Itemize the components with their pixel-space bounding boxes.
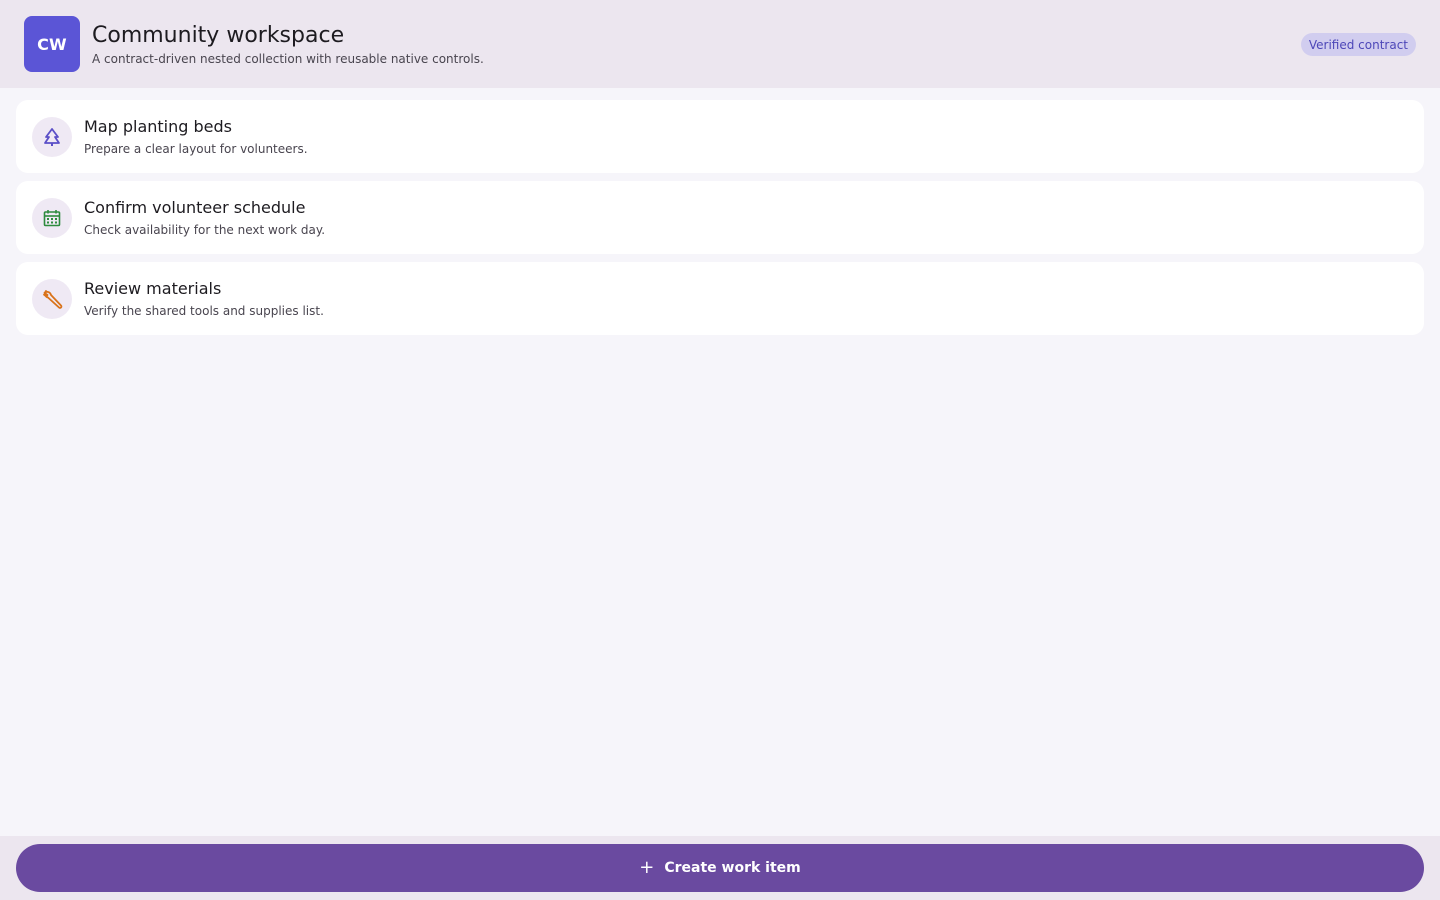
create-work-item-button[interactable]: + Create work item bbox=[16, 844, 1424, 892]
tree-icon bbox=[32, 117, 72, 157]
status-badge: Verified contract bbox=[1300, 33, 1416, 56]
item-title: Map planting beds bbox=[84, 117, 232, 136]
calendar-icon bbox=[32, 198, 72, 238]
create-button-label: Create work item bbox=[664, 860, 801, 876]
wrench-icon bbox=[32, 279, 72, 319]
app-header: CW Community workspace A contract-driven… bbox=[0, 0, 1440, 88]
page-title: Community workspace bbox=[92, 23, 345, 48]
list-item[interactable]: Review materials Verify the shared tools… bbox=[16, 262, 1424, 335]
item-description: Check availability for the next work day… bbox=[84, 223, 326, 237]
page-subtitle: A contract-driven nested collection with… bbox=[92, 52, 484, 66]
item-description: Verify the shared tools and supplies lis… bbox=[84, 304, 324, 318]
work-item-list: Map planting beds Prepare a clear layout… bbox=[16, 100, 1424, 343]
list-item[interactable]: Confirm volunteer schedule Check availab… bbox=[16, 181, 1424, 254]
workspace-avatar: CW bbox=[24, 16, 80, 72]
action-footer: + Create work item bbox=[0, 836, 1440, 900]
item-title: Review materials bbox=[84, 279, 222, 298]
list-item[interactable]: Map planting beds Prepare a clear layout… bbox=[16, 100, 1424, 173]
item-description: Prepare a clear layout for volunteers. bbox=[84, 142, 308, 156]
item-title: Confirm volunteer schedule bbox=[84, 198, 306, 217]
plus-icon: + bbox=[639, 857, 655, 878]
